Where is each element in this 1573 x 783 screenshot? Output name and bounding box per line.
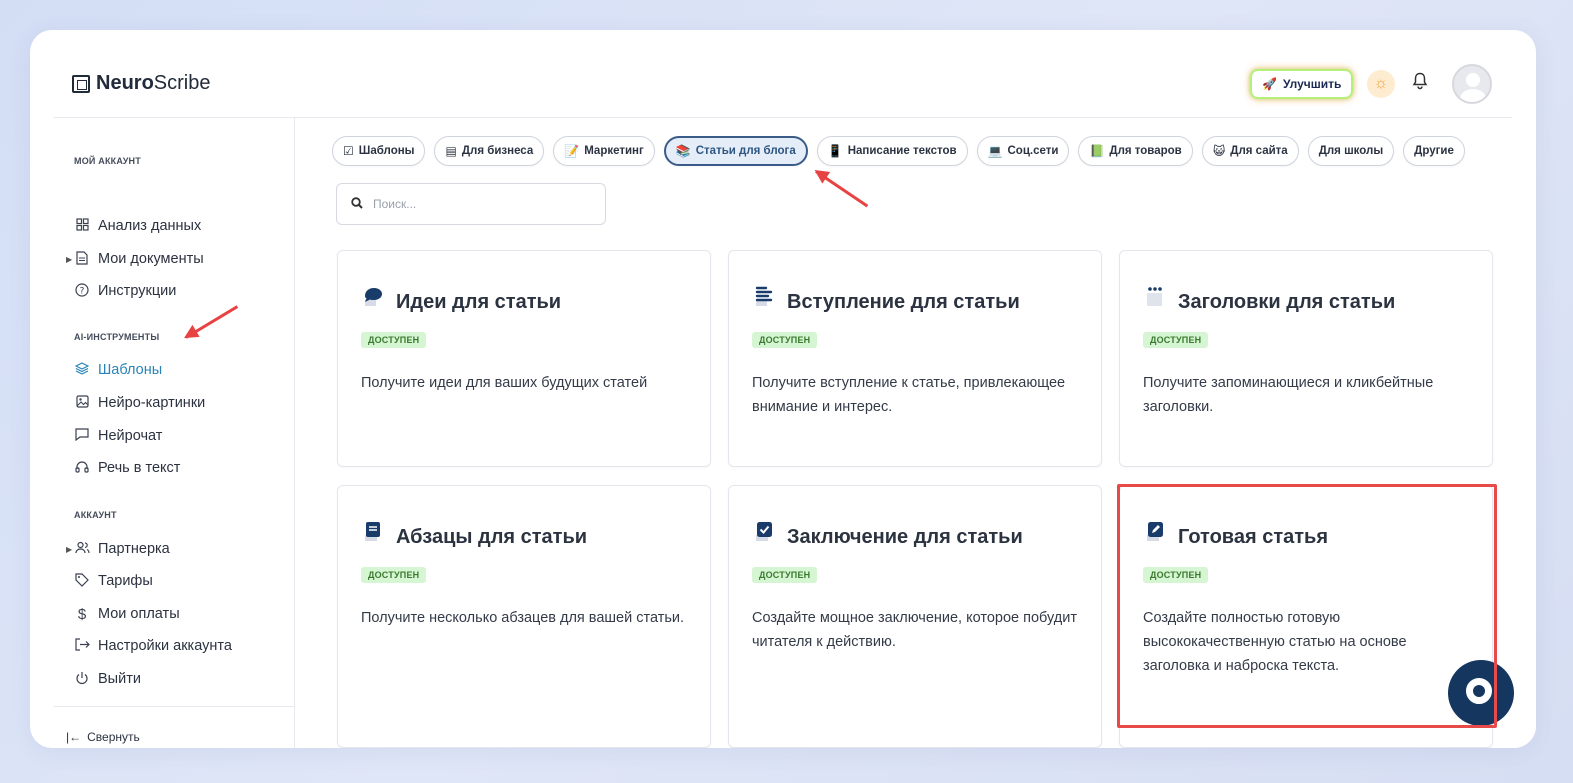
support-chat-button[interactable] <box>1448 660 1514 726</box>
category-tabs: ☑ Шаблоны ▤ Для бизнеса 📝 Маркетинг 📚 Статьи… <box>332 136 1512 168</box>
top-header: NeuroScribe 🚀 Улучшить ☼ <box>30 30 1536 118</box>
sidebar-item-partners[interactable]: ▶ Партнерка <box>66 539 170 559</box>
tab-school[interactable]: Для школы <box>1307 136 1395 166</box>
template-card-article-ideas[interactable]: Идеи для статьи ДОСТУПЕН Получите идеи д… <box>337 250 711 467</box>
app-window: NeuroScribe 🚀 Улучшить ☼ МОЙ АККАУНТ Ана… <box>30 30 1536 748</box>
sidebar-item-logout[interactable]: Выйти <box>74 669 141 689</box>
svg-text:?: ? <box>80 286 85 296</box>
tab-website[interactable]: 😺 Для сайта <box>1201 136 1299 166</box>
tag-icon <box>74 572 90 590</box>
cat-icon: 😺 <box>1212 144 1226 158</box>
pen-icon <box>1144 520 1166 542</box>
search-input[interactable]: Поиск... <box>336 183 606 225</box>
status-badge: ДОСТУПЕН <box>1143 567 1209 583</box>
settings-exit-icon <box>74 638 90 654</box>
memo-icon: 📝 <box>564 144 580 158</box>
lines-icon <box>753 285 775 307</box>
tab-social[interactable]: 💻 Соц.сети <box>976 136 1070 166</box>
sidebar-item-instructions[interactable]: ? Инструкции <box>74 281 176 301</box>
books-icon: 📚 <box>675 144 691 158</box>
sidebar-item-templates[interactable]: Шаблоны <box>74 360 162 380</box>
status-badge: ДОСТУПЕН <box>752 332 818 348</box>
sidebar-divider <box>54 706 295 707</box>
grid-icon <box>74 218 90 234</box>
sidebar-item-neurochat[interactable]: Нейрочат <box>74 426 162 446</box>
sidebar-item-speech-to-text[interactable]: Речь в текст <box>74 458 180 478</box>
sidebar-item-payments[interactable]: $ Мои оплаты <box>74 604 180 624</box>
laptop-icon: 💻 <box>987 144 1003 158</box>
checkbox-icon <box>753 520 775 542</box>
template-card-full-article[interactable]: Готовая статья ДОСТУПЕН Создайте полност… <box>1119 485 1493 748</box>
collapse-sidebar-button[interactable]: |← Свернуть <box>66 730 140 744</box>
section-title-account: АККАУНТ <box>74 510 117 520</box>
annotation-arrow <box>815 170 869 208</box>
sidebar-item-tariffs[interactable]: Тарифы <box>74 571 153 591</box>
sidebar-item-neuro-images[interactable]: Нейро-картинки <box>74 393 205 413</box>
tab-marketing[interactable]: 📝 Маркетинг <box>553 136 655 166</box>
dots-icon <box>1144 285 1166 307</box>
document-icon <box>74 250 90 268</box>
status-badge: ДОСТУПЕН <box>361 567 427 583</box>
theme-toggle-sun-icon[interactable]: ☼ <box>1367 70 1395 98</box>
help-icon: ? <box>74 282 90 300</box>
speech-bubble-icon <box>362 285 384 307</box>
image-icon <box>74 395 90 411</box>
users-icon <box>74 541 90 557</box>
sidebar-item-analytics[interactable]: Анализ данных <box>74 216 201 236</box>
status-badge: ДОСТУПЕН <box>752 567 818 583</box>
content-edge <box>1512 118 1536 748</box>
sidebar-item-account-settings[interactable]: Настройки аккаунта <box>74 636 232 656</box>
green-book-icon: 📗 <box>1089 144 1105 158</box>
sidebar-item-documents[interactable]: ▶ Мои документы <box>66 249 204 269</box>
search-icon <box>351 196 363 212</box>
collapse-left-icon: |← <box>66 730 82 744</box>
template-card-article-paragraphs[interactable]: Абзацы для статьи ДОСТУПЕН Получите неск… <box>337 485 711 748</box>
template-card-article-headlines[interactable]: Заголовки для статьи ДОСТУПЕН Получите з… <box>1119 250 1493 467</box>
headphones-icon <box>74 460 90 476</box>
section-title-ai-tools: AI-ИНСТРУМЕНТЫ <box>74 332 160 342</box>
tab-other[interactable]: Другие <box>1403 136 1465 166</box>
layers-icon <box>74 362 90 378</box>
tab-copywriting[interactable]: 📱 Написание текстов <box>816 136 968 166</box>
tab-products[interactable]: 📗 Для товаров <box>1078 136 1193 166</box>
tab-business[interactable]: ▤ Для бизнеса <box>434 136 545 166</box>
sidebar: МОЙ АККАУНТ Анализ данных ▶ Мои документ… <box>54 118 295 748</box>
checkbox-icon: ☑ <box>343 144 354 158</box>
rocket-icon: 🚀 <box>1262 77 1277 91</box>
template-card-article-conclusion[interactable]: Заключение для статьи ДОСТУПЕН Создайте … <box>728 485 1102 748</box>
power-icon <box>74 671 90 688</box>
template-card-article-intro[interactable]: Вступление для статьи ДОСТУПЕН Получите … <box>728 250 1102 467</box>
status-badge: ДОСТУПЕН <box>1143 332 1209 348</box>
book-icon <box>362 520 384 542</box>
dollar-icon: $ <box>77 605 87 623</box>
caret-right-icon[interactable]: ▶ <box>66 255 72 264</box>
notebook-icon: ▤ <box>445 144 457 158</box>
status-badge: ДОСТУПЕН <box>361 332 427 348</box>
tab-blog-articles[interactable]: 📚 Статьи для блога <box>663 136 808 166</box>
caret-right-icon[interactable]: ▶ <box>66 545 72 554</box>
tab-templates[interactable]: ☑ Шаблоны <box>332 136 426 166</box>
chat-icon <box>74 428 90 444</box>
user-avatar[interactable] <box>1452 64 1492 104</box>
section-title-my-account: МОЙ АККАУНТ <box>74 156 141 166</box>
phone-icon: 📱 <box>827 144 843 158</box>
notification-bell-icon[interactable] <box>1412 72 1428 95</box>
app-logo[interactable]: NeuroScribe <box>72 72 211 95</box>
logo-icon <box>72 74 90 93</box>
upgrade-button[interactable]: 🚀 Улучшить <box>1250 69 1354 99</box>
